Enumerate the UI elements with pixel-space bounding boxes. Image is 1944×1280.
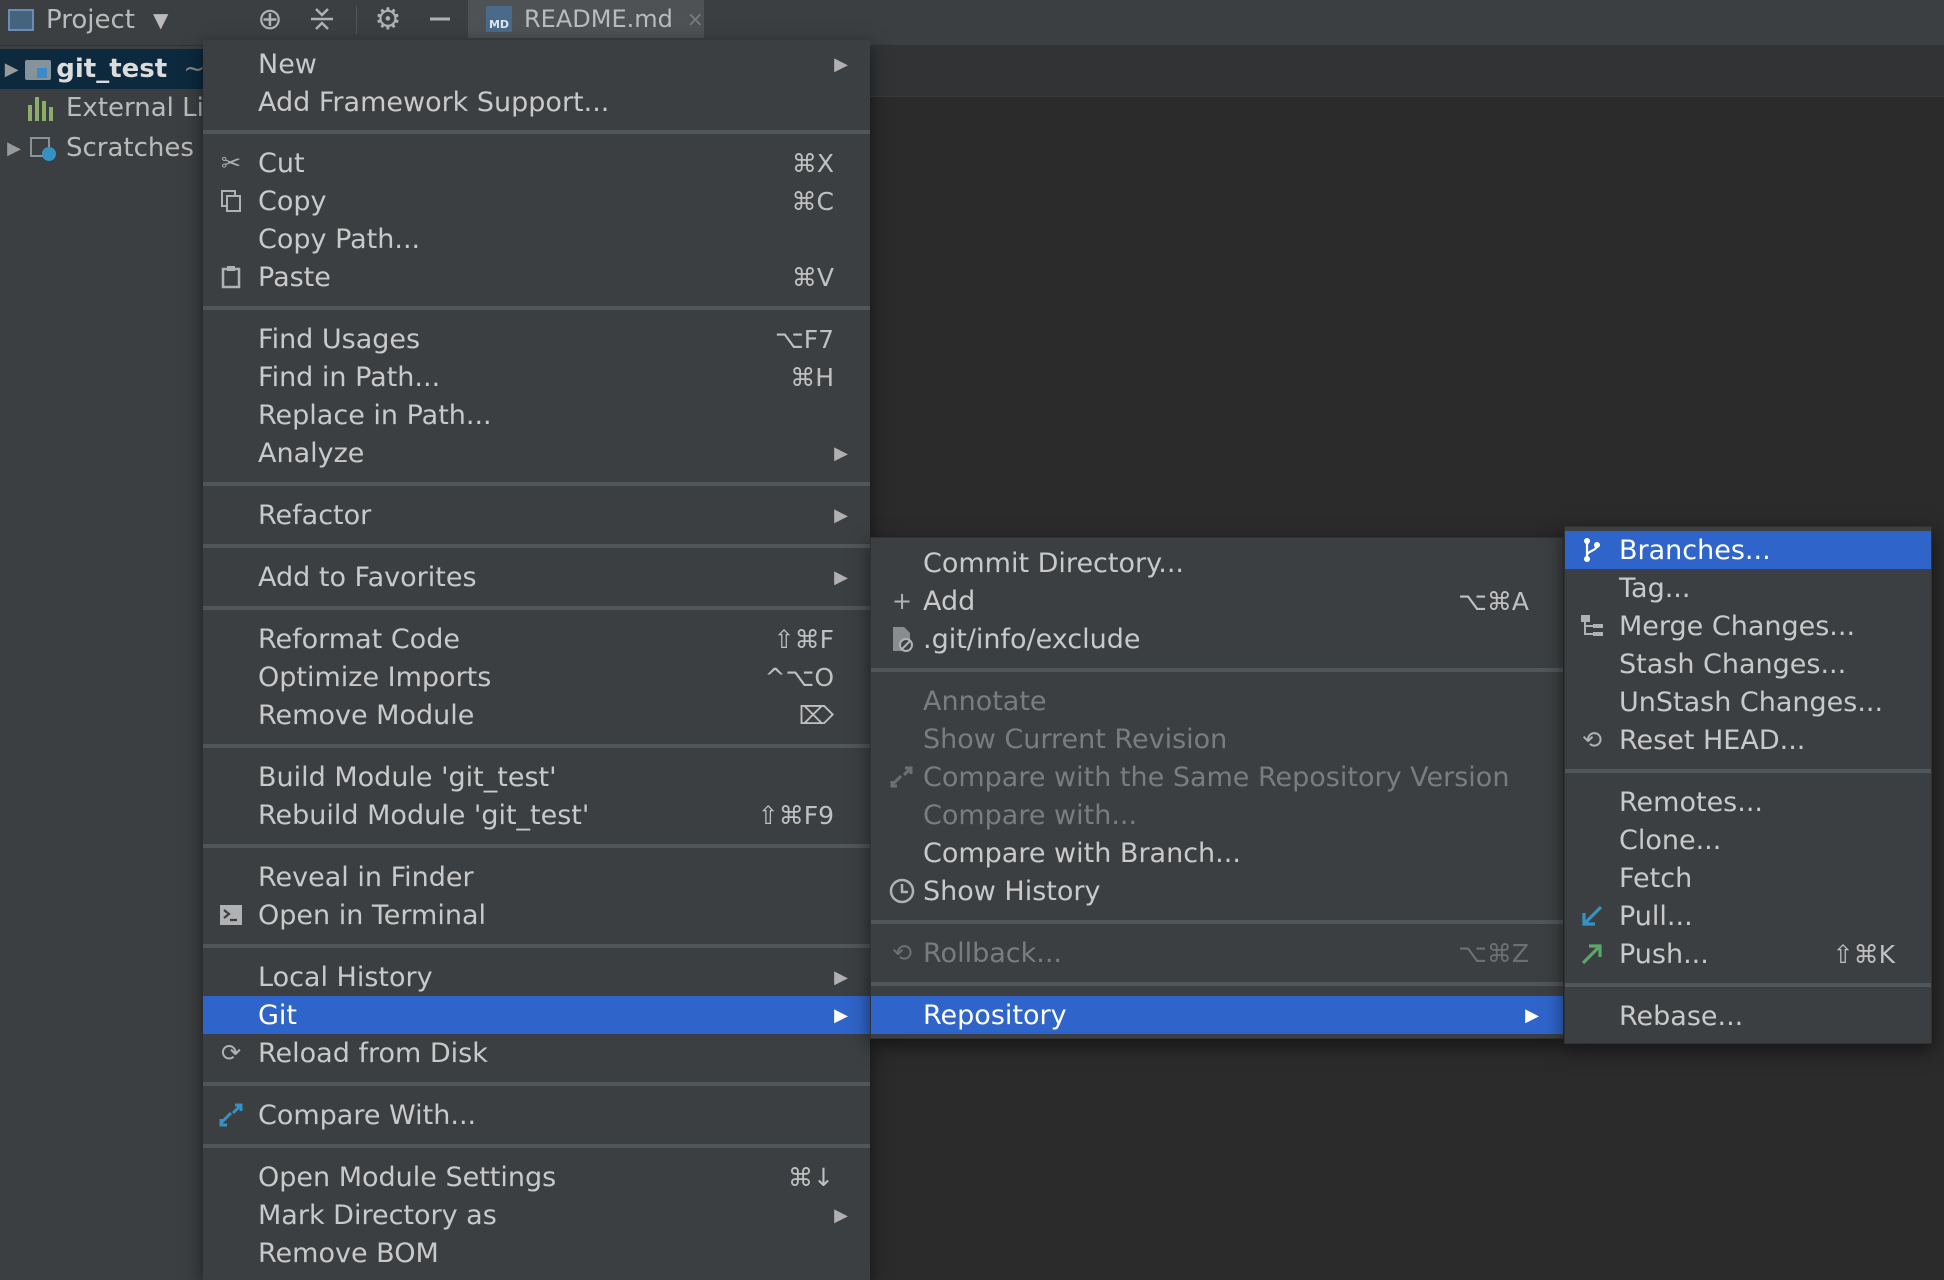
- menu-item-replace-in-path[interactable]: Replace in Path...: [0, 396, 870, 434]
- project-view-selector[interactable]: Project ▼: [8, 0, 168, 40]
- menu-item-reload-from-disk[interactable]: ⟳ Reload from Disk: [0, 1034, 870, 1072]
- menu-item-remove-bom[interactable]: Remove BOM: [0, 1234, 870, 1272]
- project-context-menu: New ▶ Add Framework Support... ✂ Cut ⌘X …: [0, 40, 870, 1280]
- compare-icon: [885, 760, 919, 794]
- menu-item-add[interactable]: + Add ⌥⌘A: [871, 582, 1563, 620]
- menu-item-annotate[interactable]: Annotate: [871, 682, 1563, 720]
- reload-icon: ⟳: [220, 1039, 242, 1067]
- menu-item-add-framework-support[interactable]: Add Framework Support...: [0, 83, 870, 121]
- menu-item-pull[interactable]: Pull...: [1565, 897, 1931, 935]
- menu-item-show-current-revision[interactable]: Show Current Revision: [871, 720, 1563, 758]
- submenu-arrow-icon: ▶: [834, 966, 848, 988]
- menu-item-build-module[interactable]: Build Module 'git_test': [0, 758, 870, 796]
- editor-breadcrumb-strip: [870, 46, 1944, 97]
- menu-item-copy-path[interactable]: Copy Path...: [0, 220, 870, 258]
- menu-item-open-in-terminal[interactable]: Open in Terminal: [0, 896, 870, 934]
- menu-item-copy[interactable]: Copy ⌘C: [0, 182, 870, 220]
- copy-icon: [214, 184, 248, 218]
- terminal-icon: [214, 898, 248, 932]
- scissors-icon: ✂: [220, 149, 242, 177]
- menu-item-rebase[interactable]: Rebase...: [1565, 997, 1931, 1035]
- menu-item-paste[interactable]: Paste ⌘V: [0, 258, 870, 296]
- branch-icon: [1575, 533, 1609, 567]
- menu-item-git-info-exclude[interactable]: .git/info/exclude: [871, 620, 1563, 658]
- menu-item-open-module-settings[interactable]: Open Module Settings ⌘↓: [0, 1158, 870, 1196]
- menu-item-analyze[interactable]: Analyze ▶: [0, 434, 870, 472]
- menu-item-repository[interactable]: Repository ▶: [871, 996, 1563, 1034]
- menu-item-cut[interactable]: ✂ Cut ⌘X: [0, 144, 870, 182]
- clock-icon: [885, 874, 919, 908]
- pull-arrow-icon: [1575, 899, 1609, 933]
- push-arrow-icon: [1575, 937, 1609, 971]
- menu-item-unstash-changes[interactable]: UnStash Changes...: [1565, 683, 1931, 721]
- menu-item-new[interactable]: New ▶: [0, 45, 870, 83]
- menu-item-push[interactable]: Push... ⇧⌘K: [1565, 935, 1931, 973]
- compare-icon: [214, 1098, 248, 1132]
- menu-item-compare-same-repo-version[interactable]: Compare with the Same Repository Version: [871, 758, 1563, 796]
- menu-item-compare-with[interactable]: Compare With...: [0, 1096, 870, 1134]
- menu-item-reformat-code[interactable]: Reformat Code ⇧⌘F: [0, 620, 870, 658]
- submenu-arrow-icon: ▶: [834, 1004, 848, 1026]
- submenu-arrow-icon: ▶: [834, 1204, 848, 1226]
- gear-icon[interactable]: ⚙: [368, 0, 408, 38]
- submenu-arrow-icon: ▶: [834, 504, 848, 526]
- menu-item-compare-with[interactable]: Compare with...: [871, 796, 1563, 834]
- menu-item-mark-directory-as[interactable]: Mark Directory as ▶: [0, 1196, 870, 1234]
- submenu-arrow-icon: ▶: [834, 566, 848, 588]
- menu-item-optimize-imports[interactable]: Optimize Imports ^⌥O: [0, 658, 870, 696]
- menu-item-remotes[interactable]: Remotes...: [1565, 783, 1931, 821]
- menu-item-find-in-path[interactable]: Find in Path... ⌘H: [0, 358, 870, 396]
- clipboard-icon: [214, 260, 248, 294]
- menu-item-commit-directory[interactable]: Commit Directory...: [871, 544, 1563, 582]
- close-icon[interactable]: ×: [687, 7, 704, 31]
- menu-item-remove-module[interactable]: Remove Module ⌦: [0, 696, 870, 734]
- menu-item-stash-changes[interactable]: Stash Changes...: [1565, 645, 1931, 683]
- markdown-file-icon: MD: [486, 6, 512, 32]
- menu-item-fetch[interactable]: Fetch: [1565, 859, 1931, 897]
- minimize-icon[interactable]: [420, 0, 460, 38]
- menu-item-tag[interactable]: Tag...: [1565, 569, 1931, 607]
- submenu-arrow-icon: ▶: [1525, 1004, 1539, 1026]
- menu-item-branches[interactable]: Branches...: [1565, 531, 1931, 569]
- menu-item-show-history[interactable]: Show History: [871, 872, 1563, 910]
- menu-item-compare-with-branch[interactable]: Compare with Branch...: [871, 834, 1563, 872]
- menu-item-git[interactable]: Git ▶: [203, 996, 870, 1034]
- plus-icon: +: [891, 587, 913, 615]
- exclude-file-icon: [885, 622, 919, 656]
- menu-item-find-usages[interactable]: Find Usages ⌥F7: [0, 320, 870, 358]
- menu-item-local-history[interactable]: Local History ▶: [203, 958, 870, 996]
- submenu-arrow-icon: ▶: [834, 442, 848, 464]
- reset-icon: ⟲: [1581, 726, 1603, 754]
- project-icon: [8, 9, 34, 31]
- editor-tab-readme[interactable]: MD README.md ×: [468, 0, 704, 38]
- menu-item-merge-changes[interactable]: Merge Changes...: [1565, 607, 1931, 645]
- tab-label: README.md: [524, 5, 673, 33]
- collapse-icon[interactable]: [302, 0, 342, 38]
- project-label: Project: [46, 5, 135, 35]
- locate-icon[interactable]: ⊕: [250, 0, 290, 38]
- undo-icon: ⟲: [891, 939, 913, 967]
- menu-item-refactor[interactable]: Refactor ▶: [0, 496, 870, 534]
- menu-item-rebuild-module[interactable]: Rebuild Module 'git_test' ⇧⌘F9: [0, 796, 870, 834]
- menu-item-add-to-favorites[interactable]: Add to Favorites ▶: [0, 558, 870, 596]
- menu-item-reset-head[interactable]: ⟲ Reset HEAD...: [1565, 721, 1931, 759]
- repository-submenu: Branches... Tag... Merge Changes... Stas…: [1564, 526, 1932, 1044]
- menu-item-clone[interactable]: Clone...: [1565, 821, 1931, 859]
- chevron-down-icon: ▼: [152, 8, 169, 32]
- submenu-arrow-icon: ▶: [834, 53, 848, 75]
- merge-icon: [1575, 609, 1609, 643]
- git-submenu: Commit Directory... + Add ⌥⌘A .git/info/…: [870, 537, 1564, 1039]
- menu-item-reveal-in-finder[interactable]: Reveal in Finder: [0, 858, 870, 896]
- menu-item-rollback[interactable]: ⟲ Rollback... ⌥⌘Z: [871, 934, 1563, 972]
